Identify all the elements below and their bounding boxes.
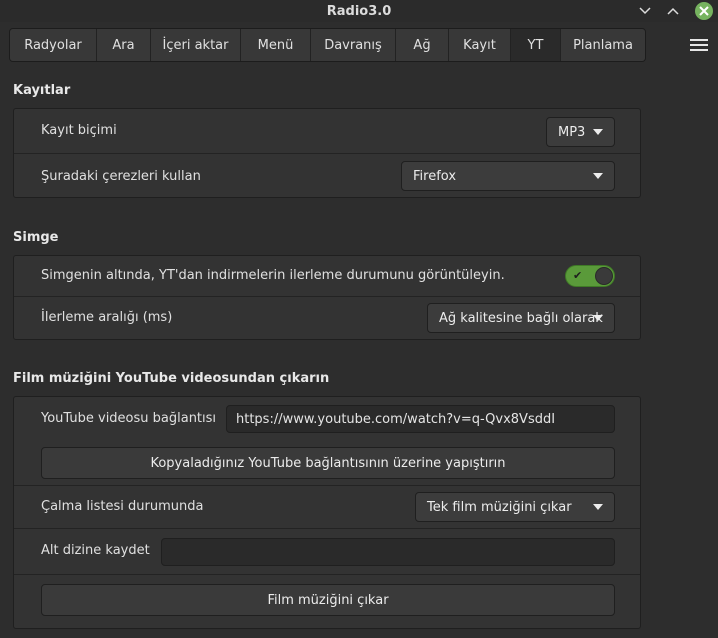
playlist-label: Çalma listesi durumunda (41, 499, 204, 514)
subdir-input[interactable] (161, 538, 615, 566)
subdir-label: Alt dizine kaydet (41, 543, 150, 558)
paste-link-button[interactable]: Kopyaladığınız YouTube bağlantısının üze… (41, 447, 615, 479)
cookies-select[interactable]: Firefox (401, 161, 615, 191)
format-label: Kayıt biçimi (41, 123, 117, 138)
toggle-knob (595, 267, 613, 285)
interval-select[interactable]: Ağ kalitesine bağlı olarak (427, 303, 615, 333)
youtube-link-input[interactable]: https://www.youtube.com/watch?v=q-Qvx8Vs… (226, 405, 615, 433)
chevron-up-icon (667, 7, 679, 15)
tab-bar: Radyolar Ara İçeri aktar Menü Davranış A… (0, 22, 718, 66)
interval-row: İlerleme aralığı (ms) Ağ kalitesine bağl… (14, 297, 640, 340)
subdir-row: Alt dizine kaydet (14, 529, 640, 575)
window-title: Radio3.0 (326, 3, 392, 19)
tab-ara[interactable]: Ara (97, 29, 151, 61)
extract-panel: YouTube videosu bağlantısı https://www.y… (13, 396, 641, 629)
tab-radyolar[interactable]: Radyolar (10, 29, 97, 61)
tab-ag[interactable]: Ağ (396, 29, 449, 61)
playlist-select[interactable]: Tek film müziğini çıkar (415, 492, 615, 522)
icon-section-title: Simge (13, 230, 59, 245)
tab-davranis[interactable]: Davranış (311, 29, 396, 61)
playlist-row: Çalma listesi durumunda Tek film müziğin… (14, 486, 640, 529)
tab-yt[interactable]: YT (511, 29, 561, 61)
interval-value: Ağ kalitesine bağlı olarak (439, 310, 603, 326)
recordings-panel: Kayıt biçimi MP3 Şuradaki çerezleri kull… (13, 108, 641, 198)
progress-label: Simgenin altında, YT'dan indirmelerin il… (41, 268, 505, 283)
tab-menu[interactable]: Menü (241, 29, 311, 61)
cookies-label: Şuradaki çerezleri kullan (41, 169, 201, 184)
close-button[interactable] (695, 2, 713, 20)
link-label: YouTube videosu bağlantısı (41, 411, 217, 426)
interval-label: İlerleme aralığı (ms) (41, 310, 173, 325)
menu-icon[interactable] (690, 36, 708, 52)
minimize-button[interactable] (636, 2, 654, 20)
dropdown-arrow-icon (593, 504, 603, 510)
format-row: Kayıt biçimi MP3 (14, 109, 640, 154)
tab-kayit[interactable]: Kayıt (449, 29, 511, 61)
dropdown-arrow-icon (593, 315, 603, 321)
maximize-button[interactable] (664, 2, 682, 20)
cookies-value: Firefox (413, 168, 457, 184)
progress-toggle[interactable]: ✔ (565, 265, 615, 287)
dropdown-arrow-icon (593, 173, 603, 179)
icon-panel: Simgenin altında, YT'dan indirmelerin il… (13, 255, 641, 340)
format-value: MP3 (558, 124, 586, 140)
format-select[interactable]: MP3 (546, 117, 615, 147)
paste-row: Kopyaladığınız YouTube bağlantısının üze… (14, 440, 640, 486)
playlist-value: Tek film müziğini çıkar (427, 499, 572, 515)
progress-row: Simgenin altında, YT'dan indirmelerin il… (14, 256, 640, 297)
close-icon (699, 6, 709, 16)
chevron-down-icon (639, 7, 651, 15)
extract-button[interactable]: Film müziğini çıkar (41, 584, 615, 616)
check-icon: ✔ (573, 269, 583, 282)
tab-iceri-aktar[interactable]: İçeri aktar (151, 29, 241, 61)
extract-title: Film müziğini YouTube videosundan çıkarı… (13, 371, 330, 386)
tab-planlama[interactable]: Planlama (561, 29, 645, 61)
tab-strip: Radyolar Ara İçeri aktar Menü Davranış A… (9, 28, 646, 62)
recordings-title: Kayıtlar (13, 83, 71, 98)
cookies-row: Şuradaki çerezleri kullan Firefox (14, 154, 640, 198)
dropdown-arrow-icon (593, 129, 603, 135)
extract-row: Film müziğini çıkar (14, 575, 640, 629)
link-row: YouTube videosu bağlantısı https://www.y… (14, 397, 640, 440)
title-bar: Radio3.0 (0, 0, 718, 22)
